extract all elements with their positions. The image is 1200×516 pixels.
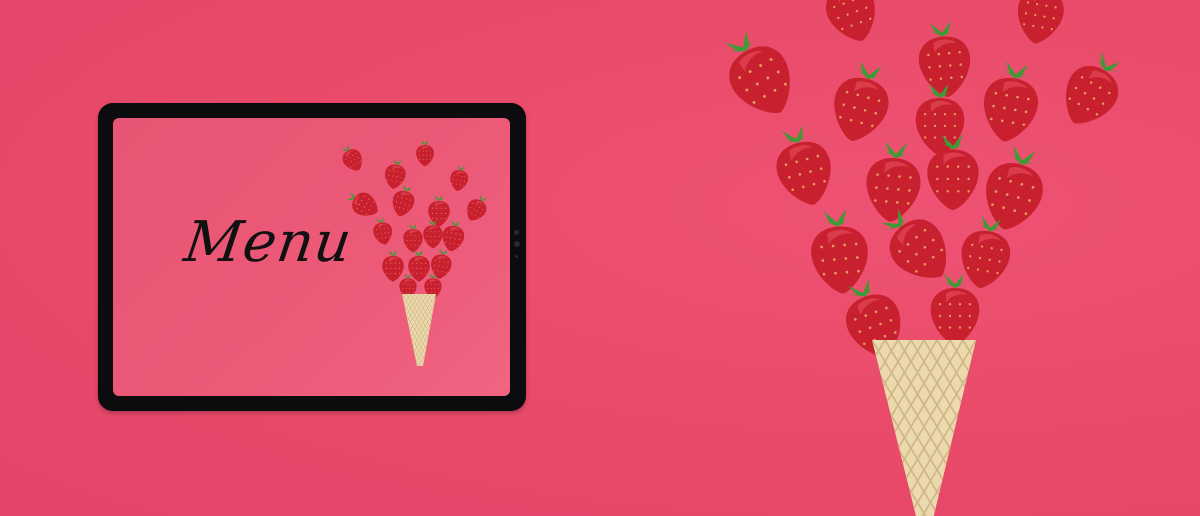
strawberry bbox=[442, 219, 465, 252]
strawberry bbox=[986, 145, 1043, 230]
camera-lens bbox=[514, 241, 520, 247]
strawberry bbox=[382, 249, 404, 282]
tablet-screen: Menu bbox=[113, 118, 510, 396]
strawberry bbox=[1066, 51, 1123, 124]
strawberry bbox=[776, 124, 831, 205]
strawberry bbox=[1017, 0, 1064, 44]
strawberry bbox=[834, 60, 889, 141]
sensor-dot bbox=[515, 255, 518, 258]
strawberry bbox=[825, 0, 875, 41]
tablet-mockup: Menu bbox=[98, 103, 526, 411]
mini-waffle-cone bbox=[402, 294, 436, 366]
menu-title: Menu bbox=[180, 210, 357, 275]
strawberry bbox=[984, 60, 1039, 142]
strawberry bbox=[450, 164, 469, 192]
strawberry bbox=[428, 194, 450, 227]
strawberry bbox=[431, 247, 452, 279]
strawberry bbox=[467, 193, 489, 221]
strawberry bbox=[918, 20, 971, 98]
strawberry bbox=[811, 208, 868, 294]
strawberry bbox=[416, 139, 434, 167]
strawberry bbox=[385, 157, 406, 189]
strawberry bbox=[341, 144, 362, 171]
strawberry bbox=[724, 30, 790, 113]
strawberry bbox=[866, 141, 921, 222]
strawberry bbox=[403, 223, 423, 253]
strawberry bbox=[930, 273, 980, 346]
strawberry bbox=[408, 249, 430, 282]
strawberry bbox=[373, 216, 393, 245]
camera-dot bbox=[514, 230, 519, 235]
waffle-cone bbox=[872, 340, 976, 516]
